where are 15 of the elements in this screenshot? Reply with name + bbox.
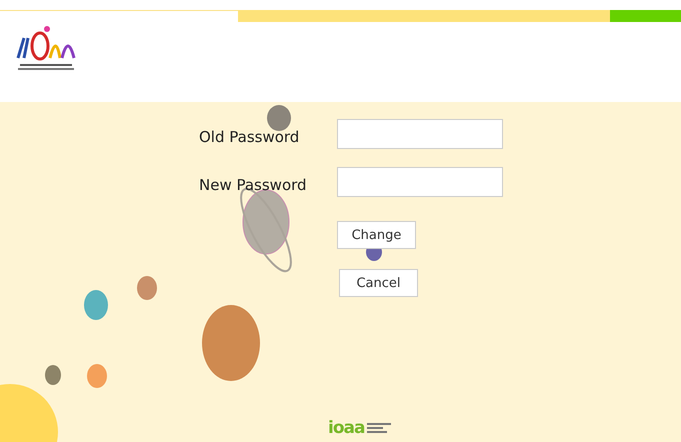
sun bbox=[0, 384, 58, 442]
password-field[interactable] bbox=[337, 119, 503, 149]
field-label: New Password bbox=[199, 178, 307, 193]
planet bbox=[84, 290, 108, 320]
form-button[interactable]: Change bbox=[337, 221, 416, 249]
password-field[interactable] bbox=[337, 167, 503, 197]
planet bbox=[137, 276, 157, 300]
planet bbox=[45, 365, 61, 385]
logo-icon bbox=[14, 24, 78, 72]
planet bbox=[87, 364, 107, 388]
footer-logo: ioaa bbox=[328, 418, 364, 438]
planet bbox=[267, 105, 291, 131]
form-button[interactable]: Cancel bbox=[339, 269, 418, 297]
field-label: Old Password bbox=[199, 130, 300, 145]
logo-caption-icon bbox=[367, 422, 394, 434]
